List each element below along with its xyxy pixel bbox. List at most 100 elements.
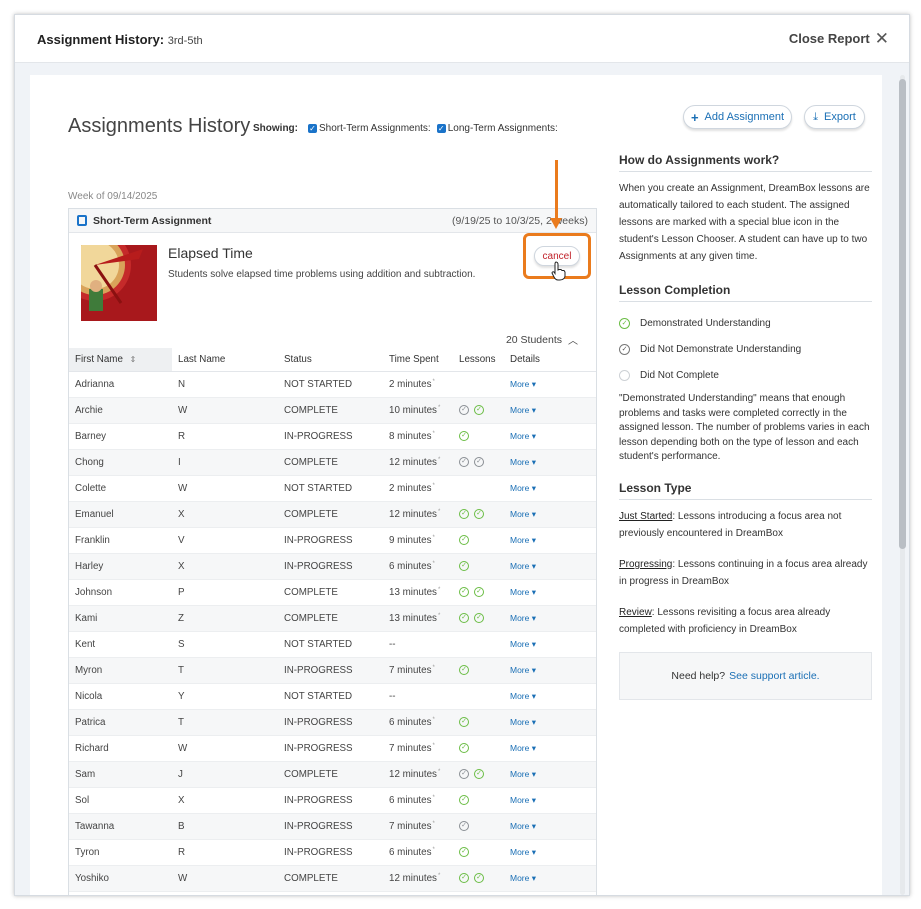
chevron-down-icon: ▾ <box>529 846 537 857</box>
chevron-down-icon: ▾ <box>529 534 537 545</box>
more-details-link[interactable]: More ▾ <box>510 457 536 467</box>
more-details-link[interactable]: More ▾ <box>510 717 536 727</box>
chevron-down-icon: ▾ <box>529 456 537 467</box>
lesson-types: Just Started: Lessons introducing a focu… <box>619 508 872 638</box>
time-spent-cell: -- <box>383 683 453 710</box>
first-name-cell: Chong <box>69 449 172 476</box>
check-circle-gray-icon: ✓ <box>459 404 469 415</box>
more-details-link[interactable]: More ▾ <box>510 509 536 519</box>
week-label: Week of 09/14/2025 <box>68 191 158 202</box>
chevron-down-icon: ▾ <box>529 872 537 883</box>
table-row: Tyron R IN-PROGRESS 6 minutes* ✓ More ▾ <box>69 839 596 866</box>
column-time-spent[interactable]: Time Spent <box>383 348 453 372</box>
asterisk-mark: * <box>437 872 441 879</box>
table-row: Myron T IN-PROGRESS 7 minutes* ✓ More ▾ <box>69 657 596 684</box>
more-details-link[interactable]: More ▾ <box>510 873 536 883</box>
lessons-cell <box>453 683 504 710</box>
check-circle-icon: ✓ <box>459 872 469 883</box>
how-assignments-text: When you create an Assignment, DreamBox … <box>619 183 870 262</box>
table-row: Sol X IN-PROGRESS 6 minutes* ✓ More ▾ <box>69 787 596 814</box>
more-details-link[interactable]: More ▾ <box>510 769 536 779</box>
details-cell: More ▾ <box>504 709 596 736</box>
column-status[interactable]: Status <box>278 348 383 372</box>
close-report-button[interactable]: Close Report ✕ <box>789 30 889 47</box>
more-details-link[interactable]: More ▾ <box>510 795 536 805</box>
asterisk-mark: * <box>437 456 441 463</box>
table-row: Tawanna B IN-PROGRESS 7 minutes* ✓ More ▾ <box>69 813 596 840</box>
more-details-link[interactable]: More ▾ <box>510 691 536 701</box>
lessons-cell: ✓ ✓ <box>453 865 504 892</box>
lessons-cell: ✓ <box>453 423 504 450</box>
lesson-completion-title: Lesson Completion <box>619 283 872 302</box>
last-name-cell: B <box>172 813 278 840</box>
more-details-link[interactable]: More ▾ <box>510 561 536 571</box>
last-name-cell: Z <box>172 605 278 632</box>
details-cell: More ▾ <box>504 605 596 632</box>
more-details-link[interactable]: More ▾ <box>510 613 536 623</box>
short-term-label: Short-Term Assignments: <box>319 123 431 134</box>
short-term-checkbox[interactable]: ✓ Short-Term Assignments: <box>308 123 431 134</box>
details-cell: More ▾ <box>504 475 596 502</box>
first-name-cell: Yoshiko <box>69 865 172 892</box>
details-cell: More ▾ <box>504 631 596 658</box>
time-spent-cell: 13 minutes* <box>383 605 453 632</box>
export-button[interactable]: ⤓ Export <box>804 105 865 129</box>
student-table: First Name ⇕ Last Name Status Time Spent… <box>69 348 596 892</box>
column-last-name[interactable]: Last Name <box>172 348 278 372</box>
asterisk-mark: * <box>432 664 435 671</box>
first-name-cell: Sol <box>69 787 172 814</box>
lessons-cell: ✓ <box>453 527 504 554</box>
more-details-link[interactable]: More ▾ <box>510 431 536 441</box>
add-assignment-button[interactable]: + Add Assignment <box>683 105 792 129</box>
more-details-link[interactable]: More ▾ <box>510 665 536 675</box>
status-cell: IN-PROGRESS <box>278 527 383 554</box>
first-name-cell: Franklin <box>69 527 172 554</box>
more-details-link[interactable]: More ▾ <box>510 821 536 831</box>
chevron-down-icon: ▾ <box>529 638 537 649</box>
more-details-link[interactable]: More ▾ <box>510 639 536 649</box>
lessons-cell: ✓ <box>453 553 504 580</box>
more-details-link[interactable]: More ▾ <box>510 587 536 597</box>
lessons-cell <box>453 371 504 398</box>
scrollbar[interactable] <box>898 75 907 895</box>
more-label: More <box>510 742 530 753</box>
status-cell: IN-PROGRESS <box>278 657 383 684</box>
first-name-cell: Richard <box>69 735 172 762</box>
report-topbar: Assignment History: 3rd-5th Close Report… <box>15 15 909 63</box>
time-spent-value: 7 minutes <box>389 742 432 754</box>
scrollbar-thumb[interactable] <box>899 79 906 549</box>
details-cell: More ▾ <box>504 683 596 710</box>
more-label: More <box>510 664 530 675</box>
time-spent-cell: 2 minutes* <box>383 475 453 502</box>
details-cell: More ▾ <box>504 527 596 554</box>
how-assignments-title: How do Assignments work? <box>619 153 872 172</box>
help-sidebar: How do Assignments work? When you create… <box>619 153 872 700</box>
more-details-link[interactable]: More ▾ <box>510 535 536 545</box>
long-term-checkbox[interactable]: ✓ Long-Term Assignments: <box>436 123 558 134</box>
details-cell: More ▾ <box>504 735 596 762</box>
first-name-cell: Myron <box>69 657 172 684</box>
more-details-link[interactable]: More ▾ <box>510 379 536 389</box>
lessons-cell: ✓ ✓ <box>453 397 504 424</box>
lesson-type-just-started: Just Started: Lessons introducing a focu… <box>619 508 872 542</box>
status-cell: IN-PROGRESS <box>278 735 383 762</box>
more-details-link[interactable]: More ▾ <box>510 847 536 857</box>
more-details-link[interactable]: More ▾ <box>510 483 536 493</box>
column-first-name[interactable]: First Name ⇕ <box>69 348 172 372</box>
students-count[interactable]: 20 Students ︿ <box>506 332 578 348</box>
support-article-link[interactable]: See support article. <box>729 670 819 682</box>
details-cell: More ▾ <box>504 761 596 788</box>
lesson-title: Elapsed Time <box>168 245 253 261</box>
last-name-cell: P <box>172 579 278 606</box>
check-circle-icon: ✓ <box>459 664 469 675</box>
last-name-cell: N <box>172 371 278 398</box>
time-spent-cell: 10 minutes* <box>383 397 453 424</box>
more-details-link[interactable]: More ▾ <box>510 405 536 415</box>
first-name-cell: Sam <box>69 761 172 788</box>
last-name-cell: T <box>172 657 278 684</box>
asterisk-mark: * <box>432 482 435 489</box>
more-details-link[interactable]: More ▾ <box>510 743 536 753</box>
plus-icon: + <box>690 109 699 125</box>
asterisk-mark: * <box>437 508 441 515</box>
assignment-type: Short-Term Assignment <box>93 214 212 227</box>
